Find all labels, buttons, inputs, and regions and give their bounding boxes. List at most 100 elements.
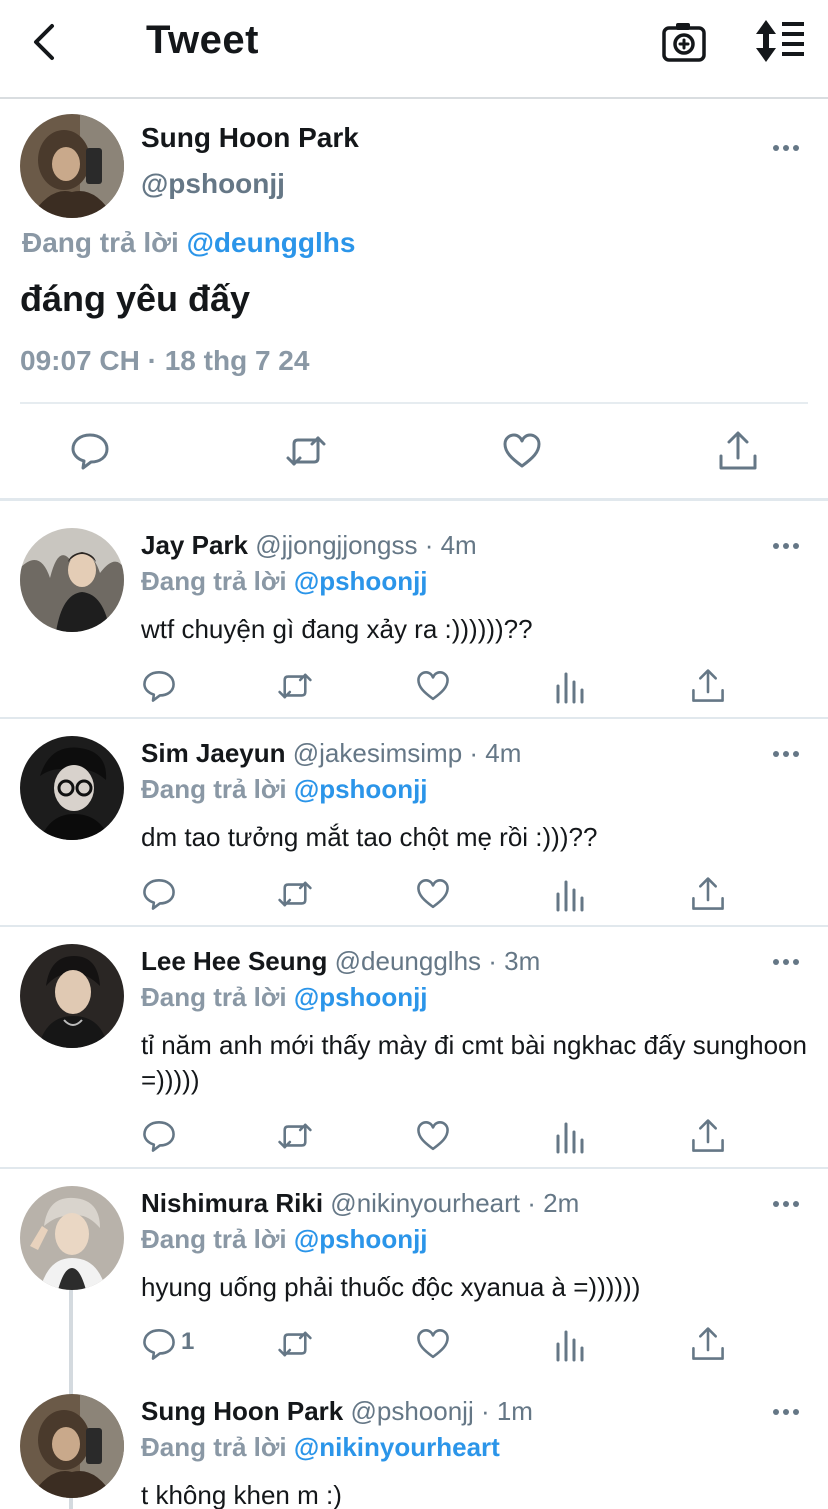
like-button[interactable] — [501, 430, 543, 472]
heart-icon — [417, 879, 449, 909]
heart-icon — [417, 1329, 449, 1359]
reply-header: Jay Park @jjongjjongss · 4m — [141, 530, 477, 561]
more-dots-icon — [773, 543, 799, 549]
tweet-text: hyung uống phải thuốc độc xyanua à =))))… — [141, 1272, 641, 1302]
comment-icon — [143, 671, 175, 702]
comment-icon — [71, 433, 109, 470]
replying-prefix: Đang trả lời — [22, 227, 179, 258]
author-handle[interactable]: @jjongjjongss — [255, 530, 417, 560]
more-button[interactable] — [770, 1190, 802, 1218]
author-name[interactable]: Jay Park — [141, 530, 248, 560]
reply-count: 1 — [181, 1328, 195, 1355]
share-icon — [719, 431, 757, 470]
mention-link[interactable]: @nikinyourheart — [294, 1432, 500, 1462]
author-handle[interactable]: @pshoonjj — [141, 168, 285, 200]
tweet-text: dm tao tưởng mắt tao chột mẹ rồi :)))?? — [141, 822, 598, 852]
like-button[interactable] — [415, 1118, 451, 1154]
retweet-button[interactable] — [285, 430, 327, 472]
author-handle[interactable]: @pshoonjj — [350, 1396, 473, 1426]
reply-header: Sim Jaeyun @jakesimsimp · 4m — [141, 738, 521, 769]
more-dots-icon — [773, 145, 799, 151]
reply-button[interactable] — [141, 668, 177, 704]
like-button[interactable] — [415, 1326, 451, 1362]
top-bar: Tweet — [0, 0, 828, 99]
comment-icon — [143, 1329, 175, 1360]
analytics-button[interactable] — [553, 668, 589, 704]
analytics-button[interactable] — [553, 876, 589, 912]
divider — [0, 498, 828, 501]
tweet-actions: 1 — [0, 1326, 828, 1370]
author-name[interactable]: Lee Hee Seung — [141, 946, 327, 976]
replying-to: Đang trả lời @nikinyourheart — [141, 1432, 500, 1463]
more-button[interactable] — [770, 134, 802, 162]
share-button[interactable] — [690, 1326, 726, 1362]
share-icon — [692, 1119, 724, 1152]
heart-icon — [417, 1121, 449, 1151]
tweet-age: · 2m — [527, 1188, 580, 1218]
mention-link[interactable]: @pshoonjj — [294, 774, 428, 804]
divider — [0, 925, 828, 927]
reply-button[interactable] — [141, 876, 177, 912]
retweet-icon — [278, 1331, 312, 1357]
retweet-button[interactable] — [277, 1118, 313, 1154]
author-handle[interactable]: @deungglhs — [335, 946, 481, 976]
share-icon — [692, 669, 724, 702]
author-handle[interactable]: @nikinyourheart — [330, 1188, 520, 1218]
retweet-button[interactable] — [277, 1326, 313, 1362]
avatar[interactable] — [20, 1394, 124, 1498]
avatar[interactable] — [20, 944, 124, 1048]
retweet-button[interactable] — [277, 668, 313, 704]
retweet-icon — [278, 673, 312, 699]
author-name[interactable]: Sim Jaeyun — [141, 738, 286, 768]
author-name[interactable]: Nishimura Riki — [141, 1188, 323, 1218]
sort-button[interactable] — [752, 18, 808, 64]
mention-link[interactable]: @pshoonjj — [294, 566, 428, 596]
author-handle[interactable]: @jakesimsimp — [293, 738, 462, 768]
tweet-text: t không khen m :) — [141, 1480, 342, 1509]
mention-link[interactable]: @deungglhs — [187, 227, 356, 258]
more-button[interactable] — [770, 948, 802, 976]
retweet-icon — [286, 436, 326, 466]
replying-prefix: Đang trả lời — [141, 1432, 287, 1462]
replying-to: Đang trả lời @pshoonjj — [141, 1224, 428, 1255]
more-button[interactable] — [770, 740, 802, 768]
share-button[interactable] — [690, 668, 726, 704]
page-title: Tweet — [146, 18, 259, 62]
avatar[interactable] — [20, 528, 124, 632]
reply-header: Nishimura Riki @nikinyourheart · 2m — [141, 1188, 579, 1219]
share-button[interactable] — [717, 430, 759, 472]
avatar[interactable] — [20, 1186, 124, 1290]
tweet-timestamp: 09:07 CH · 18 thg 7 24 — [20, 345, 310, 376]
mention-link[interactable]: @pshoonjj — [294, 982, 428, 1012]
share-button[interactable] — [690, 876, 726, 912]
avatar[interactable] — [20, 114, 124, 218]
analytics-bars-icon — [556, 1122, 584, 1154]
camera-button[interactable] — [660, 20, 708, 64]
avatar[interactable] — [20, 736, 124, 840]
analytics-button[interactable] — [553, 1118, 589, 1154]
divider — [0, 717, 828, 719]
reply-button[interactable] — [141, 1326, 177, 1362]
replying-prefix: Đang trả lời — [141, 774, 287, 804]
tweet-age: · 4m — [424, 530, 477, 560]
like-button[interactable] — [415, 876, 451, 912]
author-name[interactable]: Sung Hoon Park — [141, 1396, 343, 1426]
reply-button[interactable] — [69, 430, 111, 472]
heart-icon — [417, 671, 449, 701]
share-button[interactable] — [690, 1118, 726, 1154]
like-button[interactable] — [415, 668, 451, 704]
tweet-actions — [0, 1118, 828, 1162]
reply-header: Lee Hee Seung @deungglhs · 3m — [141, 946, 540, 977]
retweet-button[interactable] — [277, 876, 313, 912]
replying-prefix: Đang trả lời — [141, 982, 287, 1012]
back-button[interactable] — [24, 20, 68, 64]
more-button[interactable] — [770, 1398, 802, 1426]
author-name[interactable]: Sung Hoon Park — [141, 122, 359, 154]
more-button[interactable] — [770, 532, 802, 560]
chevron-left-icon — [34, 24, 54, 60]
analytics-button[interactable] — [553, 1326, 589, 1362]
mention-link[interactable]: @pshoonjj — [294, 1224, 428, 1254]
tweet-actions — [0, 876, 828, 920]
reply-button[interactable] — [141, 1118, 177, 1154]
analytics-bars-icon — [556, 1330, 584, 1362]
